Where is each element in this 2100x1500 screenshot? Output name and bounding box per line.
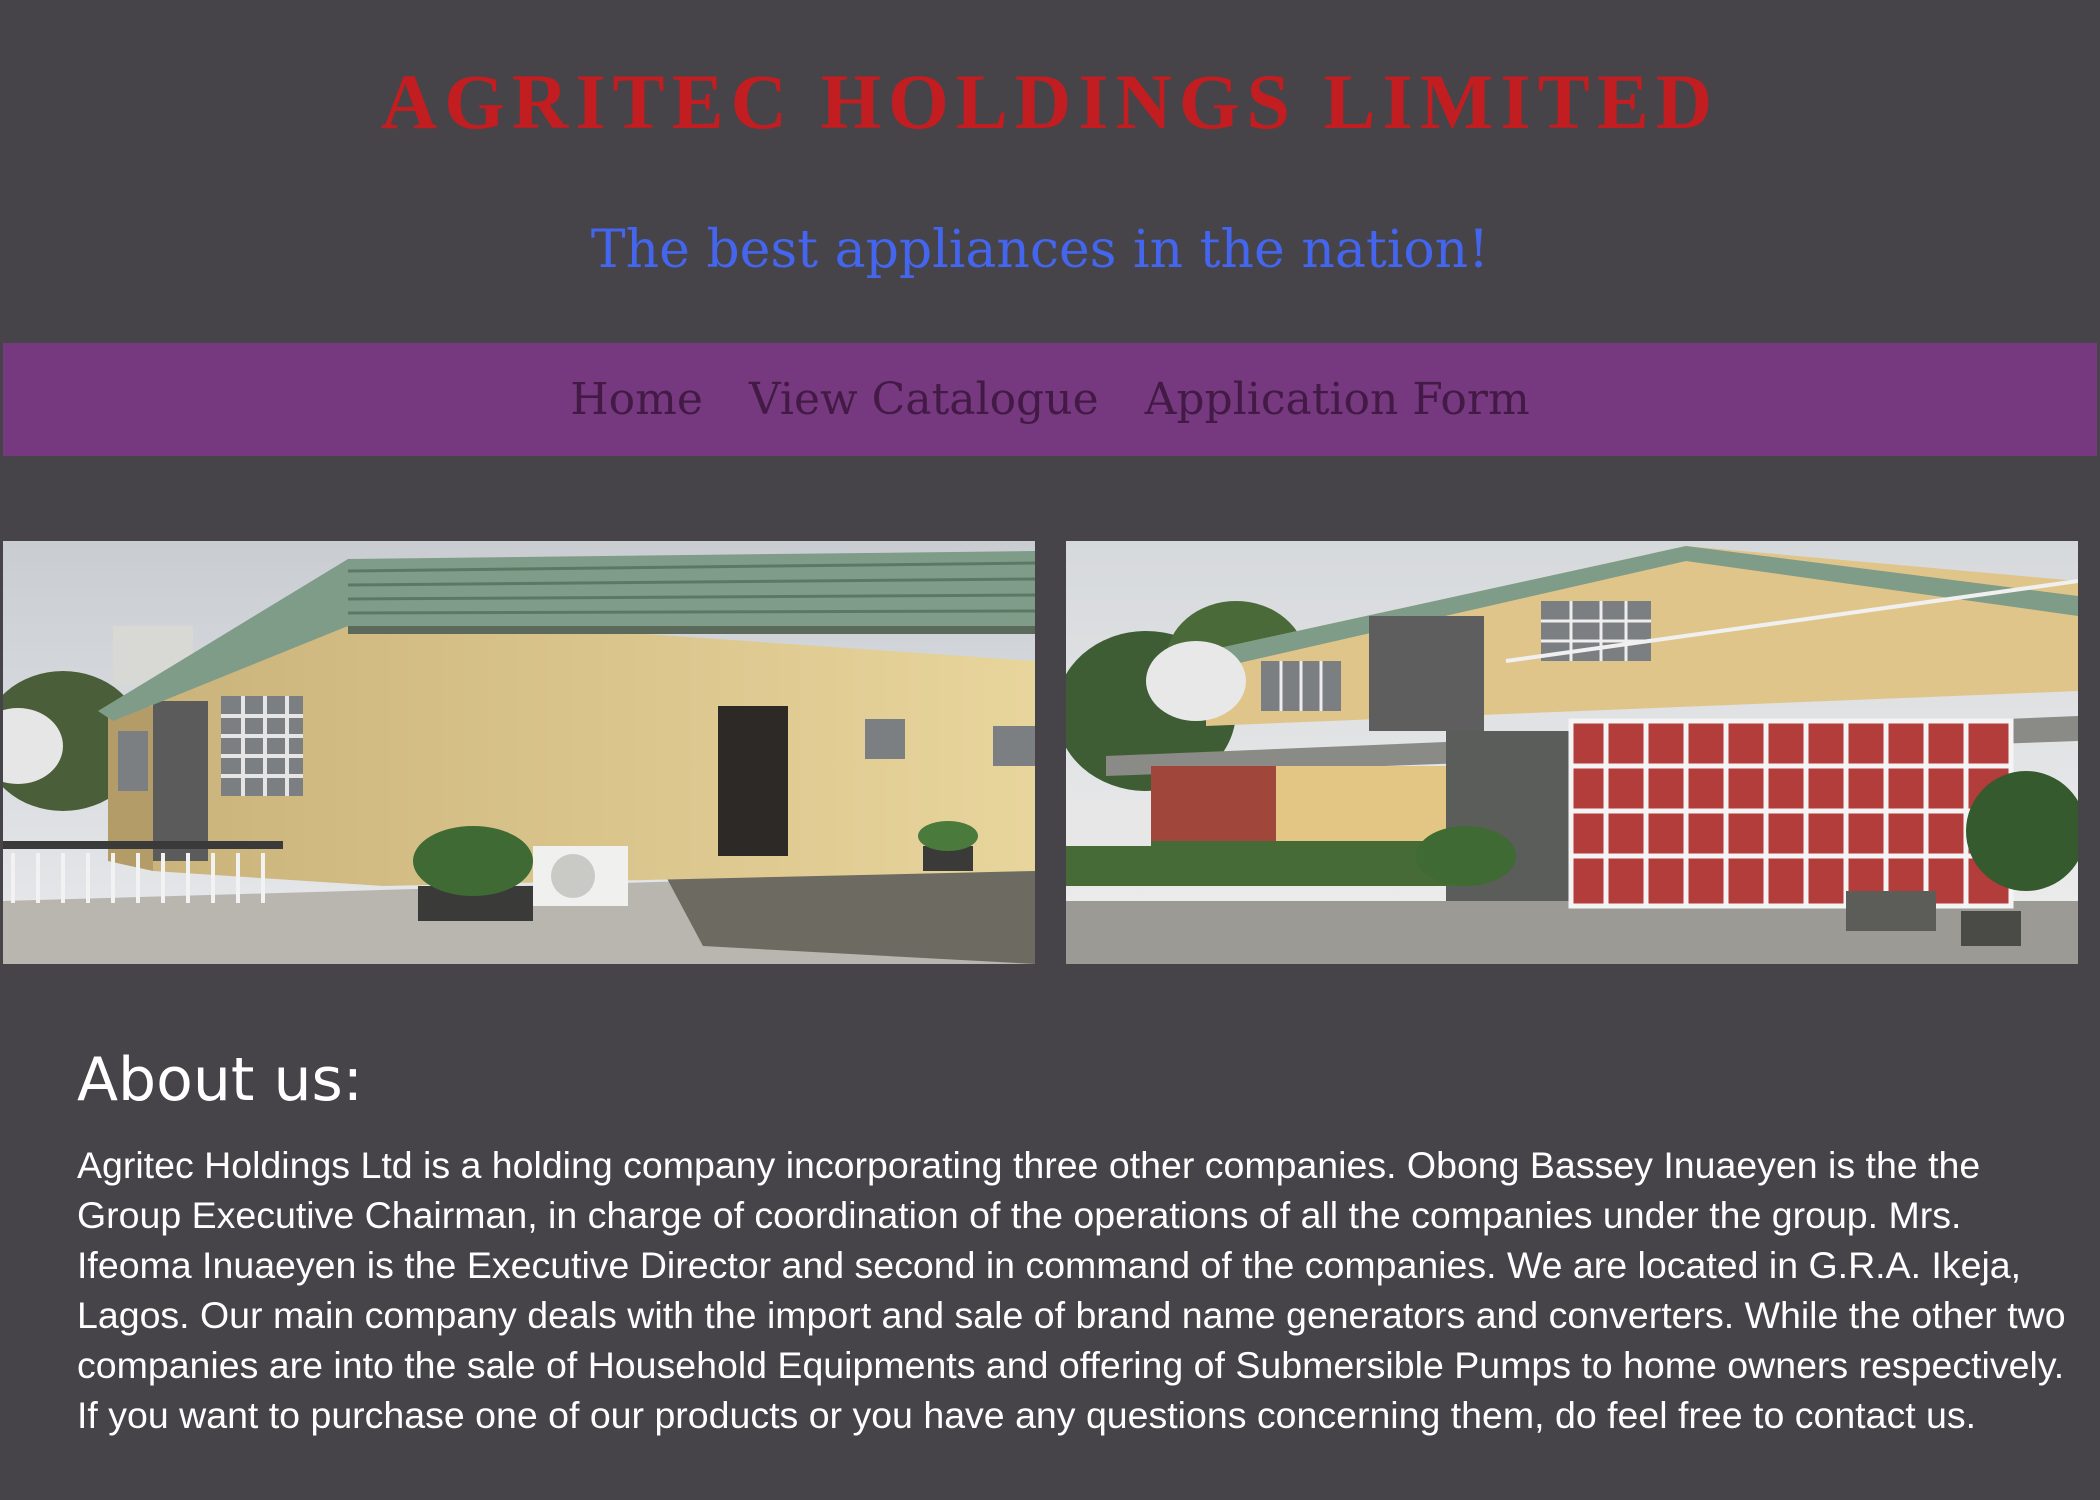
building-side-photo [1066,541,2078,964]
building-front-photo [3,541,1035,964]
main-nav: Home View Catalogue Application Form [3,343,2097,456]
nav-link-view-catalogue[interactable]: View Catalogue [749,370,1099,430]
site-tagline: The best appliances in the nation! [590,220,1490,280]
nav-link-application-form[interactable]: Application Form [1145,370,1530,430]
about-heading: About us: [77,1045,363,1115]
nav-link-home[interactable]: Home [570,370,703,430]
site-title: AGRITEC HOLDINGS LIMITED [380,58,1720,145]
about-text: Agritec Holdings Ltd is a holding compan… [77,1144,2066,1436]
